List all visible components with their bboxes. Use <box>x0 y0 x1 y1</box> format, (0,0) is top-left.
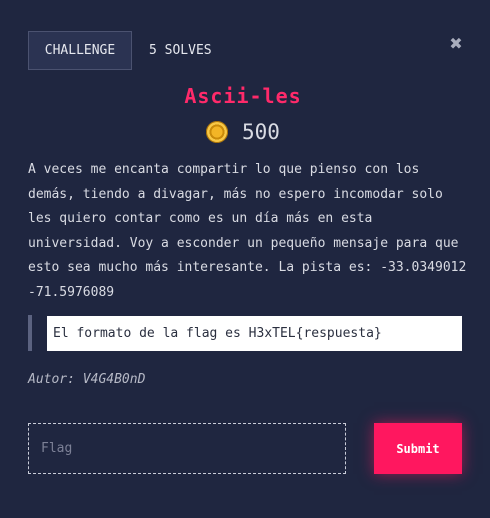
challenge-modal: CHALLENGE 5 SOLVES ✖ Ascii-les 500 A vec… <box>0 0 490 518</box>
flag-input[interactable] <box>28 423 346 474</box>
challenge-author: Autor: V4G4B0nD <box>28 372 146 387</box>
tab-solves[interactable]: 5 SOLVES <box>149 31 212 70</box>
tab-solves-label: 5 SOLVES <box>149 43 212 58</box>
challenge-description: A veces me encanta compartir lo que pien… <box>28 162 467 300</box>
challenge-title: Ascii-les <box>184 84 302 108</box>
hint-blockquote: El formato de la flag es H3xTEL{respuest… <box>28 315 462 351</box>
coin-icon <box>206 121 228 143</box>
hint-text: El formato de la flag es H3xTEL{respuest… <box>53 326 382 341</box>
tab-challenge-label: CHALLENGE <box>44 43 116 58</box>
tab-challenge[interactable]: CHALLENGE <box>28 31 132 70</box>
modal-tabs: CHALLENGE 5 SOLVES <box>28 31 212 70</box>
challenge-points: 500 <box>242 120 280 144</box>
blockquote-bar <box>28 315 32 351</box>
challenge-value: 500 <box>206 120 280 144</box>
hint-code: El formato de la flag es H3xTEL{respuest… <box>47 316 462 351</box>
close-icon[interactable]: ✖ <box>449 36 463 52</box>
submit-button[interactable]: Submit <box>374 423 462 474</box>
